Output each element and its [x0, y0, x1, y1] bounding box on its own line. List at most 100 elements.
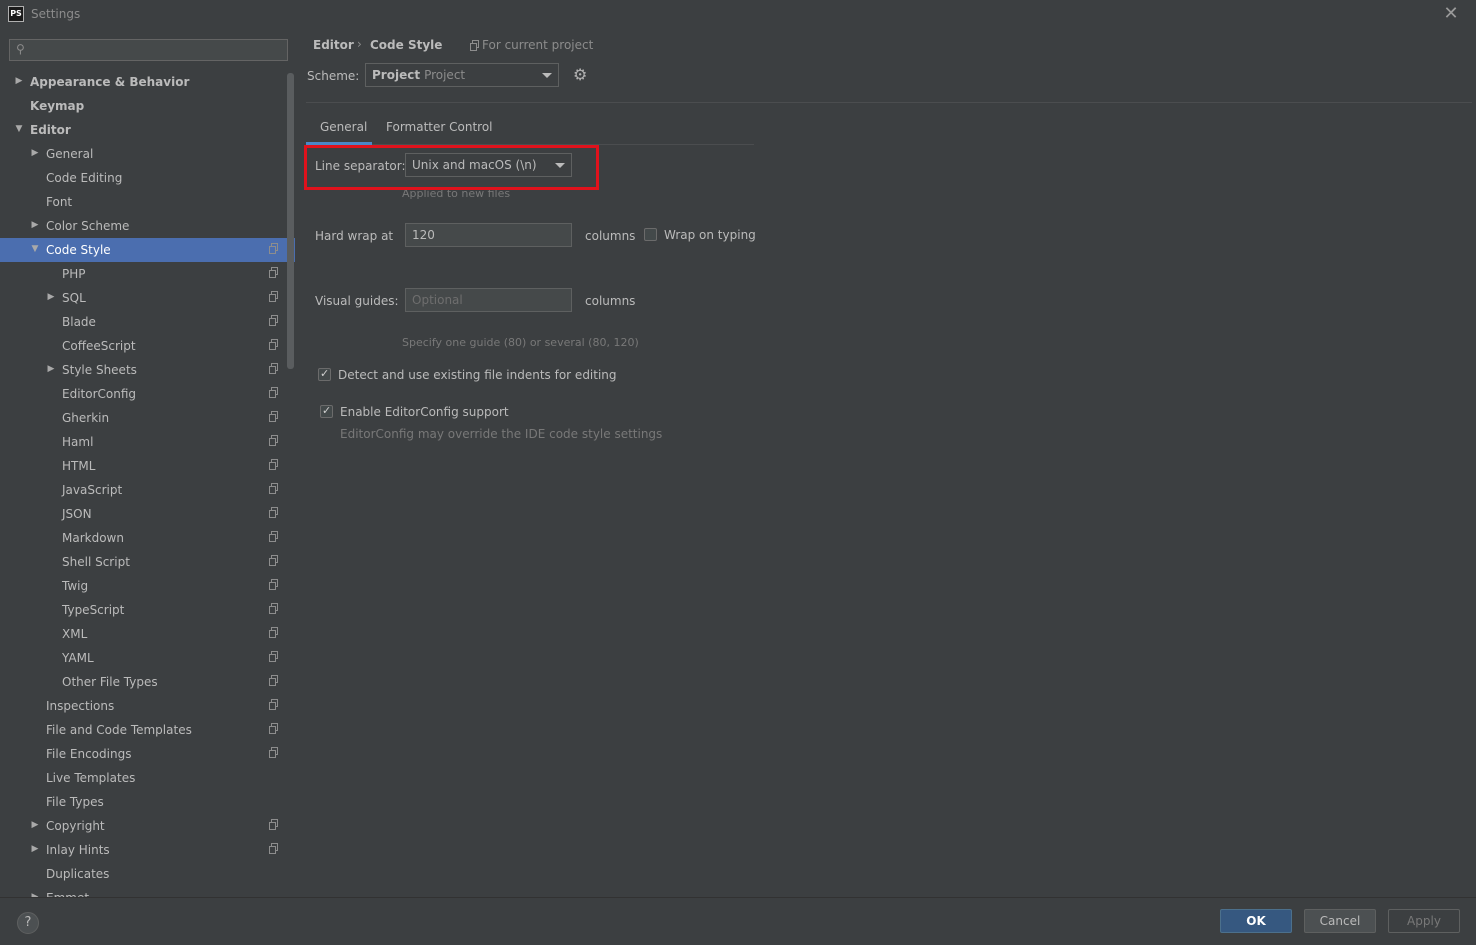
wrap-on-typing-label[interactable]: Wrap on typing: [664, 228, 756, 242]
project-scope-icon: [269, 243, 279, 254]
tree-item-file-encodings[interactable]: File Encodings: [0, 742, 295, 766]
tree-item-inspections[interactable]: Inspections: [0, 694, 295, 718]
tree-item-label: XML: [62, 627, 88, 641]
tree-item-duplicates[interactable]: Duplicates: [0, 862, 295, 886]
tree-item-shell-script[interactable]: Shell Script: [0, 550, 295, 574]
tree-item-general[interactable]: ▶ General: [0, 142, 295, 166]
settings-content: Editor › Code Style For current project …: [296, 30, 1476, 897]
tree-item-inlay-hints[interactable]: ▶ Inlay Hints: [0, 838, 295, 862]
tree-item-markdown[interactable]: Markdown: [0, 526, 295, 550]
tree-item-twig[interactable]: Twig: [0, 574, 295, 598]
help-button[interactable]: ?: [17, 912, 39, 934]
active-tab-indicator: [306, 142, 372, 145]
tree-item-xml[interactable]: XML: [0, 622, 295, 646]
search-input[interactable]: [34, 42, 284, 58]
dialog-buttons-bar: ? OK Cancel Apply: [0, 897, 1476, 945]
tree-item-label: CoffeeScript: [62, 339, 136, 353]
tree-item-label: Font: [46, 195, 73, 209]
project-scope-icon: [269, 483, 279, 494]
tree-item-file-and-code-templates[interactable]: File and Code Templates: [0, 718, 295, 742]
tree-item-copyright[interactable]: ▶ Copyright: [0, 814, 295, 838]
ok-button[interactable]: OK: [1220, 909, 1292, 933]
tree-item-label: File and Code Templates: [46, 723, 192, 737]
tree-item-font[interactable]: Font: [0, 190, 295, 214]
tree-item-haml[interactable]: Haml: [0, 430, 295, 454]
expanded-arrow-icon[interactable]: ▼: [30, 244, 40, 254]
collapsed-arrow-icon[interactable]: ▶: [30, 220, 40, 230]
breadcrumb-separator: ›: [357, 37, 362, 51]
close-icon[interactable]: ✕: [1442, 5, 1460, 23]
collapsed-arrow-icon[interactable]: ▶: [30, 148, 40, 158]
hard-wrap-unit: columns: [585, 229, 636, 243]
line-separator-dropdown[interactable]: Unix and macOS (\n): [405, 153, 572, 177]
hard-wrap-input[interactable]: [412, 227, 562, 243]
tree-item-gherkin[interactable]: Gherkin: [0, 406, 295, 430]
visual-guides-input[interactable]: [412, 292, 562, 308]
collapsed-arrow-icon[interactable]: ▶: [46, 364, 56, 374]
tree-item-other-file-types[interactable]: Other File Types: [0, 670, 295, 694]
tab-formatter-control[interactable]: Formatter Control: [386, 120, 493, 134]
tab-general[interactable]: General: [320, 120, 367, 134]
cancel-button[interactable]: Cancel: [1304, 909, 1376, 933]
apply-button[interactable]: Apply: [1388, 909, 1460, 933]
tree-item-color-scheme[interactable]: ▶ Color Scheme: [0, 214, 295, 238]
tree-item-file-types[interactable]: File Types: [0, 790, 295, 814]
expanded-arrow-icon[interactable]: ▼: [14, 124, 24, 134]
tree-item-label: Blade: [62, 315, 96, 329]
tree-item-editorconfig[interactable]: EditorConfig: [0, 382, 295, 406]
tree-item-label: HTML: [62, 459, 96, 473]
project-scope-icon: [269, 651, 279, 662]
tree-item-label: Code Style: [46, 243, 111, 257]
tree-item-label: JavaScript: [62, 483, 123, 497]
tree-item-label: Inspections: [46, 699, 115, 713]
tree-item-coffeescript[interactable]: CoffeeScript: [0, 334, 295, 358]
tree-item-code-editing[interactable]: Code Editing: [0, 166, 295, 190]
detect-indents-label[interactable]: Detect and use existing file indents for…: [338, 368, 617, 382]
tree-item-javascript[interactable]: JavaScript: [0, 478, 295, 502]
project-scope-icon: [269, 555, 279, 566]
tree-item-blade[interactable]: Blade: [0, 310, 295, 334]
tree-item-style-sheets[interactable]: ▶ Style Sheets: [0, 358, 295, 382]
tree-item-label: Gherkin: [62, 411, 110, 425]
tree-item-json[interactable]: JSON: [0, 502, 295, 526]
scheme-dropdown[interactable]: Project Project: [365, 63, 559, 87]
project-scope-icon: [269, 339, 279, 350]
tree-item-sql[interactable]: ▶ SQL: [0, 286, 295, 310]
search-box[interactable]: ⚲: [9, 39, 288, 61]
tree-item-yaml[interactable]: YAML: [0, 646, 295, 670]
collapsed-arrow-icon[interactable]: ▶: [30, 820, 40, 830]
hard-wrap-field[interactable]: [405, 223, 572, 247]
gear-icon[interactable]: ⚙: [573, 67, 587, 83]
tree-item-code-style[interactable]: ▼ Code Style: [0, 238, 295, 262]
tree-item-php[interactable]: PHP: [0, 262, 295, 286]
chevron-down-icon: [555, 163, 565, 168]
collapsed-arrow-icon[interactable]: ▶: [46, 292, 56, 302]
visual-guides-label: Visual guides:: [315, 294, 399, 308]
tree-item-editor[interactable]: ▼ Editor: [0, 118, 295, 142]
project-scope-icon: [269, 531, 279, 542]
tree-item-emmet[interactable]: ▶Emmet: [0, 886, 295, 897]
sidebar-scrollbar[interactable]: [287, 73, 294, 369]
collapsed-arrow-icon[interactable]: ▶: [30, 844, 40, 854]
tree-item-html[interactable]: HTML: [0, 454, 295, 478]
breadcrumb-editor[interactable]: Editor: [313, 38, 354, 52]
collapsed-arrow-icon[interactable]: ▶: [14, 76, 24, 86]
tree-item-label: TypeScript: [62, 603, 125, 617]
tree-item-label: General: [46, 147, 94, 161]
tree-item-keymap[interactable]: Keymap: [0, 94, 295, 118]
visual-guides-field[interactable]: [405, 288, 572, 312]
editorconfig-label[interactable]: Enable EditorConfig support: [340, 405, 509, 419]
tree-item-label: PHP: [62, 267, 86, 281]
wrap-on-typing-checkbox[interactable]: [644, 228, 657, 241]
project-scope-icon: [269, 315, 279, 326]
tree-item-label: Style Sheets: [62, 363, 137, 377]
tree-item-live-templates[interactable]: Live Templates: [0, 766, 295, 790]
project-scope-icon: [470, 40, 480, 51]
tree-item-typescript[interactable]: TypeScript: [0, 598, 295, 622]
project-scope-icon: [269, 459, 279, 470]
tree-item-appearance-behavior[interactable]: ▶ Appearance & Behavior: [0, 70, 295, 94]
detect-indents-checkbox[interactable]: [318, 367, 331, 381]
project-scope-icon: [269, 627, 279, 638]
editorconfig-checkbox[interactable]: [320, 404, 333, 418]
project-scope-icon: [269, 267, 279, 278]
